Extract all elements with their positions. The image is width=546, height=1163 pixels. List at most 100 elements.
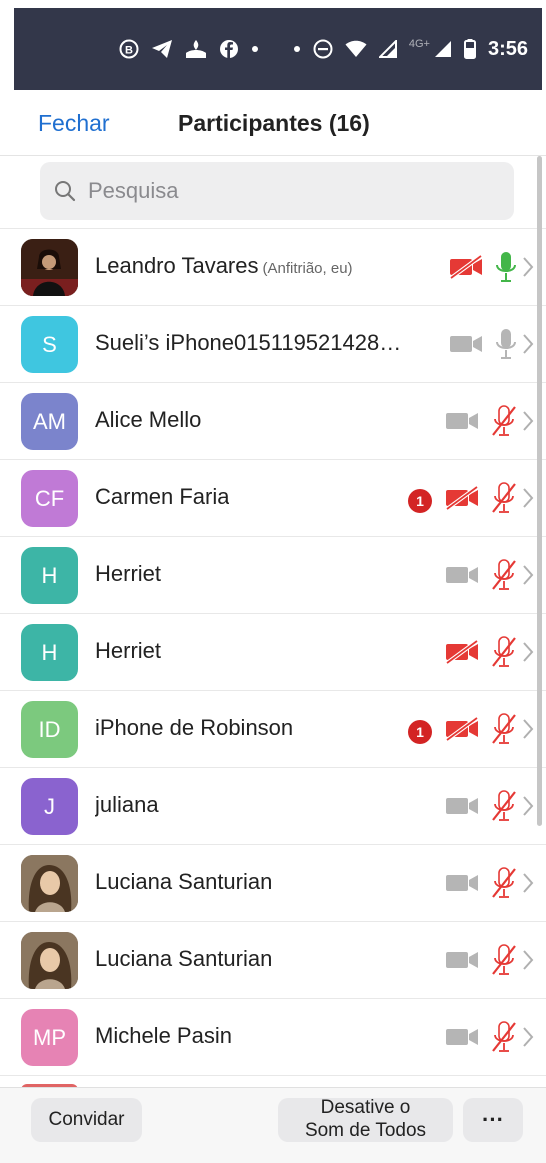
participant-row[interactable]: ID iPhone de Robinson 1 xyxy=(0,690,546,767)
status-time: 3:56 xyxy=(487,37,528,60)
avatar: CF xyxy=(21,470,78,527)
mic-muted-icon[interactable] xyxy=(490,944,518,981)
video-icon xyxy=(444,562,482,593)
participant-row[interactable]: H Herriet xyxy=(0,613,546,690)
video-icon xyxy=(444,408,482,439)
participant-name-block: Michele Pasin xyxy=(95,1023,232,1049)
avatar: AM xyxy=(21,393,78,450)
participants-list: Leandro Tavares (Anfitrião, eu) S Sueli’s i… xyxy=(0,228,546,1075)
mic-muted-icon[interactable] xyxy=(490,482,518,519)
participant-row[interactable]: Leandro Tavares (Anfitrião, eu) xyxy=(0,228,546,305)
participant-status-icons xyxy=(444,1021,534,1058)
chat-badge: 1 xyxy=(408,719,432,744)
chevron-right-icon xyxy=(522,718,534,746)
participant-row[interactable]: S Sueli’s iPhone015119521428… xyxy=(0,305,546,382)
participant-status-icons xyxy=(444,867,534,904)
mute-all-label-line2: Som de Todos xyxy=(304,1120,427,1141)
video-off-icon xyxy=(444,639,482,670)
participant-role: (Anfitrião, eu) xyxy=(262,260,353,277)
avatar-initials: AM xyxy=(33,408,66,434)
video-icon xyxy=(448,331,486,362)
avatar-initials: CF xyxy=(34,485,65,511)
participant-name-block: juliana xyxy=(95,792,159,818)
avatar xyxy=(21,932,78,989)
dot-icon xyxy=(251,45,259,53)
participant-row[interactable]: H Herriet xyxy=(0,536,546,613)
participant-name: Michele Pasin xyxy=(95,1023,232,1048)
avatar: J xyxy=(21,778,78,835)
participant-name-block: Sueli’s iPhone015119521428… xyxy=(95,330,401,356)
participant-row[interactable]: Jjuliana xyxy=(0,767,546,844)
close-button[interactable]: Fechar xyxy=(38,110,110,137)
avatar-initials: S xyxy=(42,331,57,357)
participant-name-block: Luciana Santurian xyxy=(95,869,272,895)
participant-row[interactable]: AM Alice Mello xyxy=(0,382,546,459)
participant-status-icons: 1 xyxy=(408,482,534,519)
more-options-button[interactable]: ··· xyxy=(463,1098,523,1142)
status-bar: B 4G+ 3:56 xyxy=(14,8,542,90)
chevron-right-icon xyxy=(522,333,534,361)
mute-all-button[interactable]: Desative o Som de Todos xyxy=(278,1097,453,1142)
chevron-right-icon xyxy=(522,795,534,823)
telegram-icon xyxy=(151,39,173,59)
video-off-icon xyxy=(444,716,482,747)
chevron-right-icon xyxy=(522,410,534,438)
chat-badge: 1 xyxy=(408,488,432,513)
scrollbar[interactable] xyxy=(537,156,542,826)
participant-row[interactable]: Luciana Santurian xyxy=(0,844,546,921)
mic-muted-icon[interactable] xyxy=(490,790,518,827)
chevron-right-icon xyxy=(522,872,534,900)
avatar: H xyxy=(21,547,78,604)
avatar-initials: J xyxy=(44,793,55,819)
santander-icon xyxy=(185,39,207,59)
search-input[interactable] xyxy=(86,177,490,205)
avatar-initials: MP xyxy=(33,1024,66,1050)
avatar xyxy=(21,239,78,296)
do-not-disturb-icon xyxy=(313,39,333,59)
avatar: MP xyxy=(21,1009,78,1066)
search-icon xyxy=(55,181,76,202)
avatar: H xyxy=(21,624,78,681)
mic-muted-icon[interactable] xyxy=(490,405,518,442)
participant-status-icons xyxy=(444,636,534,673)
chevron-right-icon xyxy=(522,949,534,977)
participant-name-block: iPhone de Robinson xyxy=(95,715,293,741)
mic-muted-icon[interactable] xyxy=(490,713,518,750)
network-type-label: 4G+ xyxy=(408,38,430,50)
search-bar[interactable] xyxy=(40,162,514,220)
chevron-right-icon xyxy=(522,564,534,592)
participants-header: Fechar Participantes (16) xyxy=(0,90,546,156)
participant-name-block: Luciana Santurian xyxy=(95,946,272,972)
avatar-initials: H xyxy=(41,562,58,588)
mute-all-label-line1: Desative o xyxy=(320,1097,411,1119)
mic-muted-icon[interactable] xyxy=(490,559,518,596)
participant-row[interactable]: CF Carmen Faria 1 xyxy=(0,459,546,536)
participant-row[interactable]: Luciana Santurian xyxy=(0,921,546,998)
avatar: S xyxy=(21,316,78,373)
participant-status-icons xyxy=(444,405,534,442)
avatar-initials: H xyxy=(41,639,58,665)
mic-muted-icon[interactable] xyxy=(490,1021,518,1058)
participant-row[interactable]: MP Michele Pasin xyxy=(0,998,546,1075)
b-circle-icon: B xyxy=(119,39,139,59)
participant-name: Alice Mello xyxy=(95,407,202,432)
participant-status-icons xyxy=(448,251,534,288)
mic-icon[interactable] xyxy=(494,328,518,365)
invite-button[interactable]: Convidar xyxy=(31,1098,142,1142)
participant-name: Luciana Santurian xyxy=(95,869,273,894)
mic-muted-icon[interactable] xyxy=(490,636,518,673)
participant-name: juliana xyxy=(95,792,159,817)
participant-name-block: Herriet xyxy=(95,561,161,587)
participant-status-icons xyxy=(444,559,534,596)
participant-name-block: Carmen Faria xyxy=(95,484,229,510)
chevron-right-icon xyxy=(522,1026,534,1054)
mic-muted-icon[interactable] xyxy=(490,867,518,904)
avatar: ID xyxy=(21,701,78,758)
signal-icon xyxy=(434,40,452,58)
participant-name: iPhone de Robinson xyxy=(95,715,294,740)
mic-icon[interactable] xyxy=(494,251,518,288)
participant-status-icons xyxy=(444,944,534,981)
dot-icon xyxy=(293,45,301,53)
avatar-initials: ID xyxy=(38,716,61,742)
page-title: Participantes (16) xyxy=(178,110,370,136)
